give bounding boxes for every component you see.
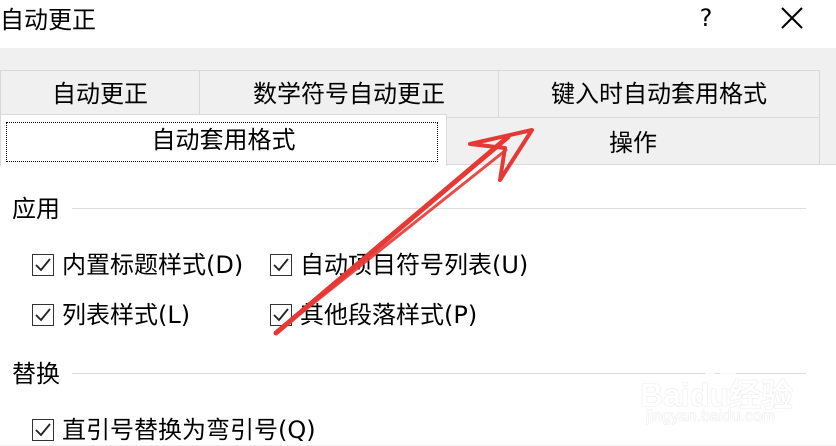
checkbox-label: 其他段落样式(P) <box>300 301 478 329</box>
checkmark-icon <box>35 258 51 272</box>
group-label-apply: 应用 <box>12 193 72 225</box>
checkbox-label: 直引号替换为弯引号(Q) <box>62 416 316 444</box>
tab-autoformat-as-you-type[interactable]: 键入时自动套用格式 <box>498 70 820 118</box>
checkmark-icon <box>273 258 289 272</box>
tab-label: 数学符号自动更正 <box>253 80 445 108</box>
tab-label: 操作 <box>609 129 657 157</box>
close-button[interactable] <box>776 2 808 34</box>
checkbox-list-styles[interactable]: 列表样式(L) <box>32 299 190 331</box>
checkbox-straight-quotes-to-smart[interactable]: 直引号替换为弯引号(Q) <box>32 414 316 446</box>
checkbox-auto-bulleted-lists[interactable]: 自动项目符号列表(U) <box>270 249 528 281</box>
tab-focus-ring <box>6 122 438 162</box>
checkmark-icon <box>35 308 51 322</box>
checkbox-box[interactable] <box>32 254 54 276</box>
tab-math-autocorrect[interactable]: 数学符号自动更正 <box>199 70 499 118</box>
tab-label: 自动更正 <box>52 80 148 108</box>
checkbox-label: 内置标题样式(D) <box>62 251 244 279</box>
checkbox-label: 自动项目符号列表(U) <box>300 251 529 279</box>
checkbox-box[interactable] <box>270 304 292 326</box>
tab-label: 键入时自动套用格式 <box>551 80 767 108</box>
checkbox-other-paragraph-styles[interactable]: 其他段落样式(P) <box>270 299 477 331</box>
title-bar: 自动更正 ? <box>0 0 836 48</box>
checkbox-box[interactable] <box>32 419 54 441</box>
checkmark-icon <box>273 308 289 322</box>
checkbox-builtin-heading-styles[interactable]: 内置标题样式(D) <box>32 249 243 281</box>
group-divider <box>14 208 806 209</box>
checkbox-box[interactable] <box>270 254 292 276</box>
checkmark-icon <box>35 423 51 437</box>
checkbox-box[interactable] <box>32 304 54 326</box>
help-button[interactable]: ? <box>694 2 718 34</box>
close-icon <box>781 7 803 29</box>
group-label-replace: 替换 <box>12 358 72 390</box>
window-title: 自动更正 <box>0 6 96 34</box>
baidu-watermark: Baidu经验 jingyan.baidu.com <box>640 350 830 430</box>
tab-actions[interactable]: 操作 <box>446 117 820 165</box>
watermark-url: jingyan.baidu.com <box>646 408 775 425</box>
tab-autocorrect[interactable]: 自动更正 <box>0 70 200 118</box>
checkbox-label: 列表样式(L) <box>62 301 191 329</box>
